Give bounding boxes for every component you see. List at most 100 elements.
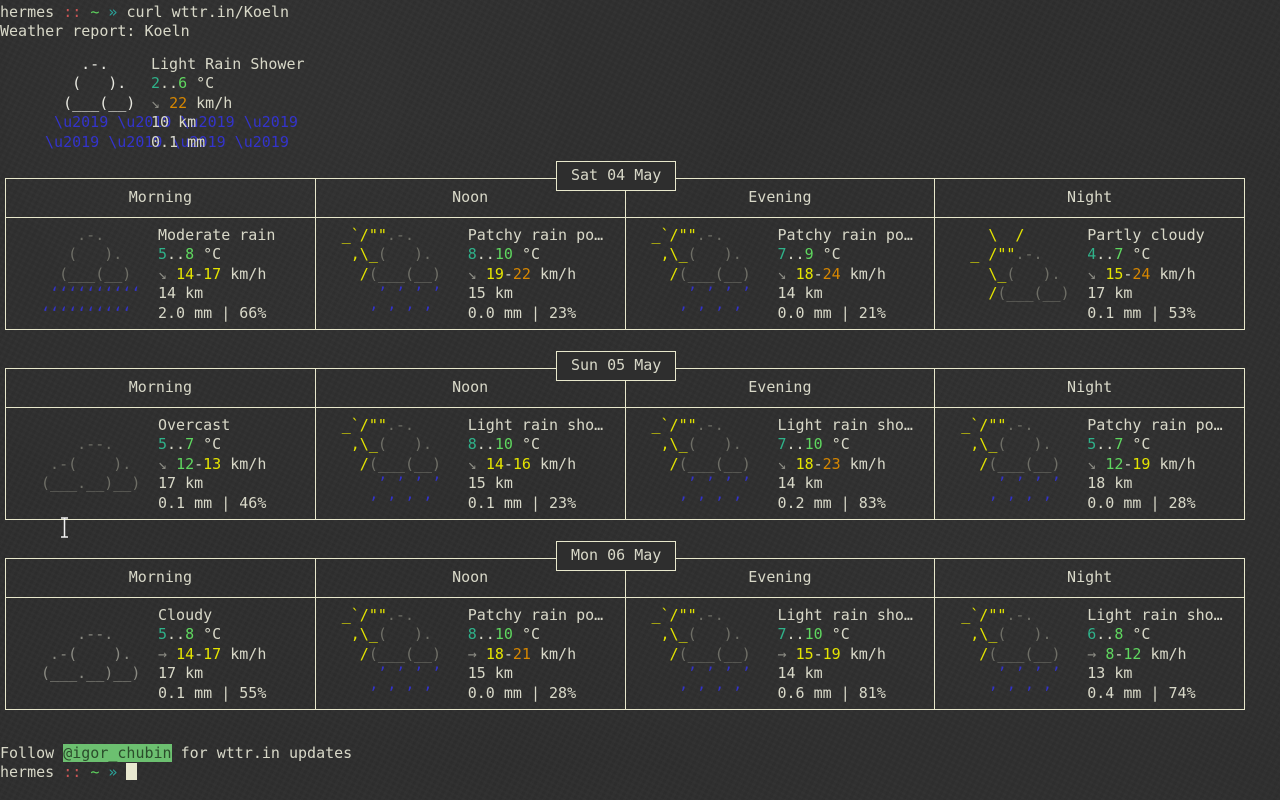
precipitation: 0.0 mm xyxy=(467,683,522,702)
wind-high: 22 xyxy=(512,264,531,283)
date-label-box: Mon 06 May xyxy=(556,541,677,572)
date-label-box: Sat 04 May xyxy=(556,161,677,192)
visibility: 14 km xyxy=(777,664,823,683)
visibility: 14 km xyxy=(158,284,204,303)
wind-high: 16 xyxy=(512,454,531,473)
temp-high: 10 xyxy=(494,435,513,454)
prompt-line-top: hermes :: ~ » curl wttr.in/Koeln xyxy=(0,3,289,22)
weather-art-icon: _`/"".-. ,\_( ). /(___(__) ’ ’ ’ ’ ’ ’ ’… xyxy=(341,606,451,702)
forecast-cell: _`/"".-. ,\_( ). /(___(__) ’ ’ ’ ’ ’ ’ ’… xyxy=(624,598,935,709)
weather-art-icon: _`/"".-. ,\_( ). /(___(__) ’ ’ ’ ’ ’ ’ ’… xyxy=(651,226,760,322)
precipitation: 0.4 mm xyxy=(1087,683,1142,702)
wind-direction-icon: ↘ xyxy=(467,264,477,283)
weather-art-icon: .--. .-( ). (___.__)__) xyxy=(32,435,141,493)
visibility: 17 km xyxy=(158,664,204,683)
precip-chance: 46% xyxy=(239,493,267,512)
wind-high: 17 xyxy=(203,644,222,663)
temp-unit: °C xyxy=(831,625,850,644)
precipitation: 0.1 mm xyxy=(158,683,213,702)
prompt-path: ~ xyxy=(90,3,100,21)
day-table-frame: Morning Noon Evening Night .--. .-( ). (___… xyxy=(5,558,1245,710)
temp-unit: °C xyxy=(203,625,222,644)
precipitation: 2.0 mm xyxy=(158,303,213,322)
forecast-info: Patchy rain po… 8..10 °C ↘ 19-22 km/h 15… xyxy=(467,226,604,322)
visibility: 14 km xyxy=(777,284,823,303)
forecast-cell: _`/"".-. ,\_( ). /(___(__) ’ ’ ’ ’ ’ ’ ’… xyxy=(934,408,1244,519)
forecast-info: Patchy rain po… 5..7 °C ↘ 12-19 km/h 18 … xyxy=(1087,416,1223,512)
prompt-line-bottom: hermes :: ~ » xyxy=(0,763,138,782)
precip-chance: 23% xyxy=(549,303,577,322)
prompt-separator: :: xyxy=(63,3,82,21)
precipitation: 0.1 mm xyxy=(158,493,213,512)
wind-low: 18 xyxy=(795,454,814,473)
command-text: curl wttr.in/Koeln xyxy=(126,3,289,21)
current-temp-sep: .. xyxy=(160,74,179,93)
column-header-morning: Morning xyxy=(128,188,192,207)
date-label: Sun 05 May xyxy=(571,356,662,374)
forecast-cell: _`/"".-. ,\_( ). /(___(__) ’ ’ ’ ’ ’ ’ ’… xyxy=(624,408,935,519)
terminal-screen[interactable]: hermes :: ~ » curl wttr.in/Koeln Weather… xyxy=(0,0,1280,800)
footer-handle-link[interactable]: @igor_chubin xyxy=(63,744,172,762)
condition-text: Cloudy xyxy=(158,606,213,624)
condition-text: Overcast xyxy=(158,416,231,434)
prompt-user-bottom: hermes xyxy=(0,763,55,781)
wind-unit: km/h xyxy=(540,454,577,473)
temp-separator: .. xyxy=(167,435,186,454)
date-label: Sat 04 May xyxy=(571,166,662,184)
forecast-info: Cloudy 5..8 °C → 14-17 km/h 17 km 0.1 mm… xyxy=(158,606,267,702)
temp-separator: .. xyxy=(1096,245,1115,264)
condition-text: Patchy rain po… xyxy=(467,226,604,244)
temp-unit: °C xyxy=(521,435,540,454)
wind-direction-icon: ↘ xyxy=(777,264,787,283)
visibility: 14 km xyxy=(777,474,823,493)
wind-low: 12 xyxy=(176,454,195,473)
precip-chance: 74% xyxy=(1168,683,1196,702)
current-wind-unit: km/h xyxy=(196,93,233,112)
footer-prefix: Follow xyxy=(0,744,64,762)
wind-direction-icon: ↘ xyxy=(1087,454,1097,473)
weather-art-icon: .-. ( ). (___(__) ‘‘‘‘‘‘‘‘‘‘ ‘‘‘‘‘‘‘‘‘‘ xyxy=(32,226,141,322)
temp-unit: °C xyxy=(521,625,540,644)
current-temp-high: 6 xyxy=(178,74,188,93)
temp-low: 8 xyxy=(467,625,477,644)
column-header-night: Night xyxy=(934,179,1244,217)
temp-low: 5 xyxy=(158,245,168,264)
temp-low: 7 xyxy=(777,435,787,454)
report-title: Weather report: Koeln xyxy=(0,22,190,41)
temp-high: 9 xyxy=(804,245,814,264)
condition-text: Light rain sho… xyxy=(777,606,913,624)
wind-direction-icon: ↘ xyxy=(467,454,477,473)
forecast-cell: _`/"".-. ,\_( ). /(___(__) ’ ’ ’ ’ ’ ’ ’… xyxy=(314,598,625,709)
forecast-cell: .--. .-( ). (___.__)__) Cloudy 5..8 °C →… xyxy=(6,598,315,709)
temp-separator: .. xyxy=(1096,625,1115,644)
day-table-frame: Morning Noon Evening Night .-. ( ). (___(__… xyxy=(5,178,1245,330)
wind-low: 12 xyxy=(1105,454,1124,473)
footer-suffix: for wttr.in updates xyxy=(171,744,353,762)
temp-low: 8 xyxy=(467,435,477,454)
visibility: 17 km xyxy=(1087,284,1133,303)
temp-high: 8 xyxy=(185,625,195,644)
temp-low: 7 xyxy=(777,245,787,264)
forecast-day-table: Morning Noon Evening Night .--. .-( ). (___… xyxy=(5,351,1247,520)
wind-low: 15 xyxy=(1105,264,1124,283)
temp-high: 10 xyxy=(804,435,823,454)
current-temp-low: 2 xyxy=(151,74,161,93)
wind-direction-icon: ↘ xyxy=(158,264,168,283)
date-label: Mon 06 May xyxy=(571,546,662,564)
wind-high: 13 xyxy=(203,454,222,473)
precipitation: 0.0 mm xyxy=(1087,493,1142,512)
precip-chance: 23% xyxy=(549,493,577,512)
wind-direction-icon: ↘ xyxy=(158,454,168,473)
column-header-night: Night xyxy=(934,369,1244,407)
weather-art-icon: \ / _ /"".-. \_( ). /(___(__) xyxy=(961,226,1079,303)
current-precipitation: 0.1 mm xyxy=(151,132,206,151)
forecast-info: Light rain sho… 7..10 °C → 15-19 km/h 14… xyxy=(777,606,913,702)
temp-unit: °C xyxy=(1132,625,1151,644)
precip-chance: 21% xyxy=(858,303,886,322)
wind-high: 23 xyxy=(822,454,841,473)
forecast-info: Patchy rain po… 7..9 °C ↘ 18-24 km/h 14 … xyxy=(777,226,913,322)
wind-direction-icon: → xyxy=(158,644,168,663)
temp-high: 7 xyxy=(185,435,195,454)
precipitation: 0.2 mm xyxy=(777,493,832,512)
wind-unit: km/h xyxy=(540,644,577,663)
